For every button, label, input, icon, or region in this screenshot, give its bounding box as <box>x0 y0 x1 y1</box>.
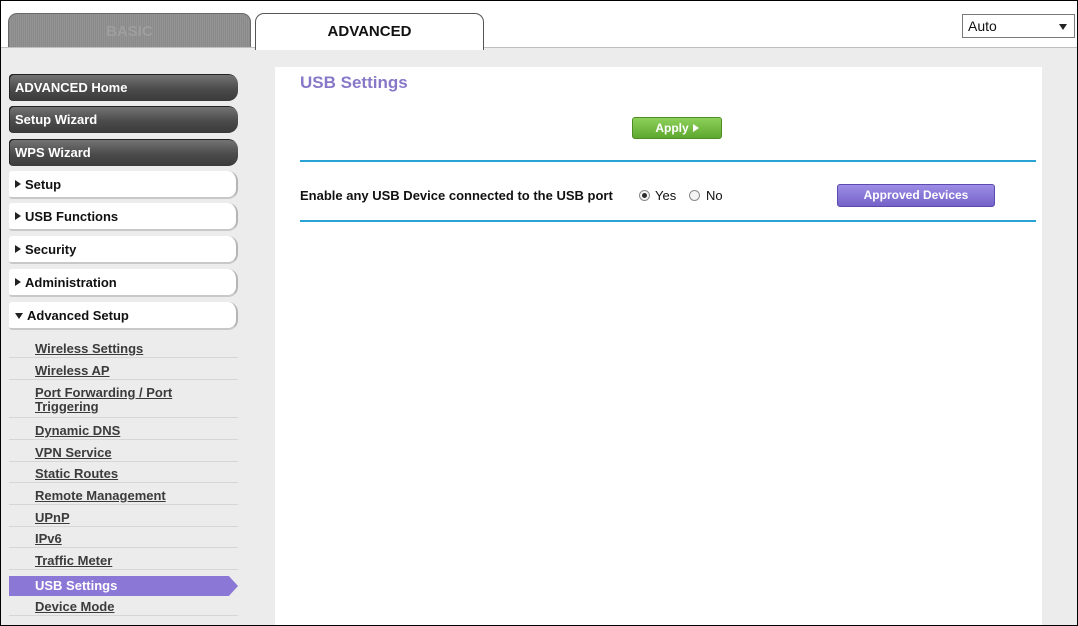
main-panel: USB Settings Apply Enable any USB Device… <box>275 67 1042 625</box>
tab-advanced[interactable]: ADVANCED <box>255 13 484 50</box>
sidebar-item-wireless-ap[interactable]: Wireless AP <box>9 364 238 380</box>
language-select-value: Auto <box>968 18 997 34</box>
sidebar-item-remote-management[interactable]: Remote Management <box>9 489 238 505</box>
top-tab-bar: BASIC ADVANCED Auto <box>1 1 1077 50</box>
sidebar-section-security[interactable]: Security <box>9 236 238 264</box>
sidebar-item-traffic-meter[interactable]: Traffic Meter <box>9 554 238 570</box>
sidebar-item-static-routes[interactable]: Static Routes <box>9 467 238 483</box>
usb-enable-label: Enable any USB Device connected to the U… <box>300 188 613 203</box>
sidebar-item-ipv6[interactable]: IPv6 <box>9 532 238 548</box>
apply-button[interactable]: Apply <box>632 117 722 139</box>
sidebar-section-label: Setup <box>25 177 62 192</box>
sidebar-wps-wizard[interactable]: WPS Wizard <box>9 139 238 166</box>
sidebar-section-usb-functions[interactable]: USB Functions <box>9 203 238 231</box>
sidebar-item-wireless-settings[interactable]: Wireless Settings <box>9 342 238 358</box>
chevron-down-icon <box>1059 24 1067 30</box>
sidebar-section-advanced-setup[interactable]: Advanced Setup <box>9 302 238 330</box>
section-divider-bottom <box>300 220 1036 222</box>
sidebar-section-setup[interactable]: Setup <box>9 171 238 199</box>
router-admin-window: BASIC ADVANCED Auto ADVANCED Home Setup … <box>0 0 1078 626</box>
sidebar-section-label: Administration <box>25 275 117 290</box>
sidebar-item-upnp[interactable]: UPnP <box>9 511 238 527</box>
sidebar: ADVANCED Home Setup Wizard WPS Wizard Se… <box>1 48 269 625</box>
triangle-right-icon <box>15 180 21 188</box>
sidebar-item-label-line1: Port Forwarding / Port <box>35 385 173 400</box>
sidebar-item-dynamic-dns[interactable]: Dynamic DNS <box>9 424 238 440</box>
sidebar-item-device-mode[interactable]: Device Mode <box>9 600 238 616</box>
tab-basic[interactable]: BASIC <box>8 13 251 49</box>
section-divider-top <box>300 160 1036 162</box>
triangle-down-icon <box>15 313 23 319</box>
sidebar-item-usb-settings[interactable]: USB Settings <box>9 576 238 596</box>
sidebar-advanced-home[interactable]: ADVANCED Home <box>9 74 238 101</box>
usb-enable-no-label: No <box>706 188 723 203</box>
sidebar-section-label: USB Functions <box>25 209 119 224</box>
play-arrow-icon <box>692 124 699 132</box>
sidebar-item-vpn-service[interactable]: VPN Service <box>9 446 238 462</box>
usb-enable-no-radio[interactable] <box>689 190 700 201</box>
triangle-right-icon <box>15 278 21 286</box>
page-title: USB Settings <box>300 73 408 92</box>
usb-enable-yes-label: Yes <box>655 188 677 203</box>
sidebar-item-label-line2: Triggering <box>35 399 99 414</box>
language-select[interactable]: Auto <box>962 14 1075 38</box>
sidebar-setup-wizard[interactable]: Setup Wizard <box>9 106 238 133</box>
triangle-right-icon <box>15 245 21 253</box>
sidebar-item-port-forwarding[interactable]: Port Forwarding / Port Triggering <box>9 386 238 418</box>
sidebar-section-administration[interactable]: Administration <box>9 269 238 297</box>
sidebar-section-label: Advanced Setup <box>27 308 129 323</box>
usb-enable-yes-radio[interactable] <box>639 190 650 201</box>
apply-button-label: Apply <box>655 121 689 135</box>
sidebar-section-label: Security <box>25 242 77 257</box>
triangle-right-icon <box>15 212 21 220</box>
approved-devices-button[interactable]: Approved Devices <box>837 184 995 207</box>
